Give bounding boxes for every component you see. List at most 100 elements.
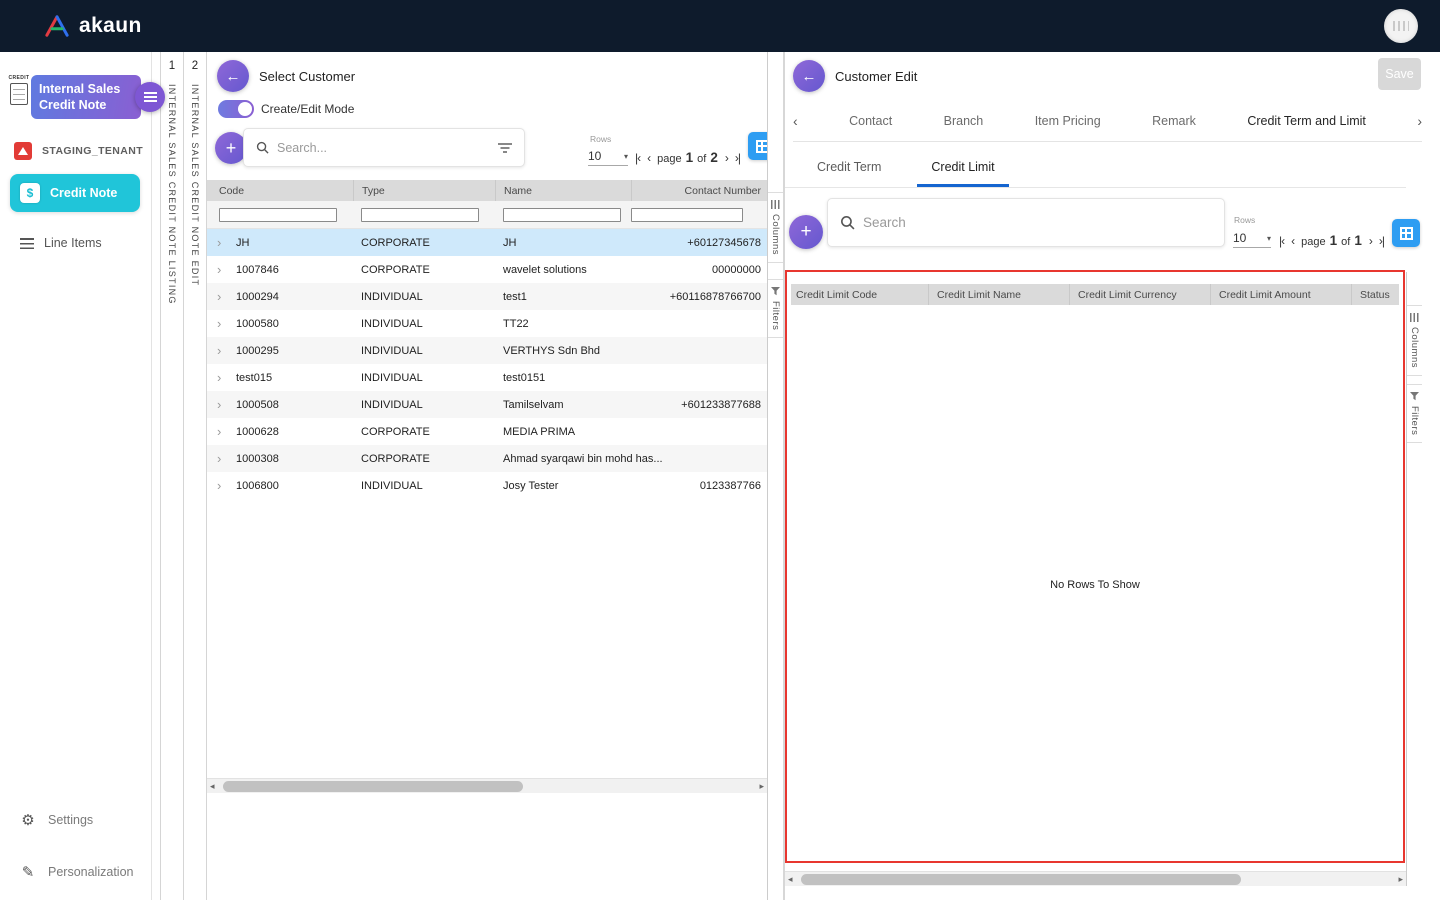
scroll-right-icon[interactable]: ▸ [759,781,764,792]
last-page-button[interactable]: ›| [1379,234,1385,248]
columns-rail-button[interactable]: Columns [768,192,783,263]
row-expand-icon[interactable]: › [217,397,227,412]
prev-page-button[interactable]: ‹ [1291,234,1295,248]
rail-label: Filters [1409,406,1420,436]
rows-per-page-select[interactable]: 10 ▾ [1233,231,1271,248]
subtab-credit-limit[interactable]: Credit Limit [917,160,1009,187]
table-row[interactable]: › 1000628 CORPORATE MEDIA PRIMA [207,418,767,445]
add-credit-limit-button[interactable]: + [789,215,823,249]
prev-page-button[interactable]: ‹ [647,151,651,165]
plus-icon: + [800,221,812,242]
next-page-button[interactable]: › [725,151,729,165]
column-header-credit-limit-code[interactable]: Credit Limit Code [791,284,928,305]
row-expand-icon[interactable]: › [217,262,227,277]
customer-search-input[interactable] [277,140,490,155]
rows-per-page-select[interactable]: 10 ▾ [588,149,628,166]
create-edit-mode-toggle[interactable] [218,100,254,118]
row-expand-icon[interactable]: › [217,316,227,331]
tab-remark[interactable]: Remark [1152,114,1196,128]
table-row[interactable]: › JH CORPORATE JH +60127345678 [207,229,767,256]
tab-credit-term-and-limit[interactable]: Credit Term and Limit [1247,114,1366,128]
cell-type: INDIVIDUAL [361,290,423,303]
column-header-name[interactable]: Name [495,180,631,201]
tenant-row[interactable]: STAGING_TENANT [0,138,152,164]
filter-input-code[interactable] [219,207,337,222]
save-button[interactable]: Save [1378,58,1421,90]
row-expand-icon[interactable]: › [217,424,227,439]
line-items-icon [20,237,34,249]
collapse-sidebar-button[interactable] [135,82,165,112]
tabs-scroll-left-icon[interactable]: ‹ [793,113,798,129]
module-pill[interactable]: Internal Sales Credit Note [31,75,141,119]
row-expand-icon[interactable]: › [217,343,227,358]
tab-contact[interactable]: Contact [849,114,892,128]
table-row[interactable]: › test015 INDIVIDUAL test0151 [207,364,767,391]
first-page-button[interactable]: |‹ [635,151,641,165]
sidebar-item-credit-note[interactable]: $ Credit Note [10,174,140,212]
row-expand-icon[interactable]: › [217,370,227,385]
sidebar-item-line-items[interactable]: Line Items [10,224,140,262]
table-row[interactable]: › 1007846 CORPORATE wavelet solutions 000… [207,256,767,283]
column-header-contact[interactable]: Contact Number [631,180,767,201]
filter-input-type[interactable] [361,207,479,222]
column-header-credit-limit-currency[interactable]: Credit Limit Currency [1069,284,1210,305]
column-header-status[interactable]: Status [1351,284,1399,305]
filter-input-contact[interactable] [631,207,743,222]
back-button[interactable]: ← [793,60,825,92]
sidebar-item-personalization[interactable]: ✎ Personalization [0,858,152,886]
cell-contact: 00000000 [712,263,761,276]
back-arrow-icon: ← [225,67,241,85]
table-row[interactable]: › 1000580 INDIVIDUAL TT22 [207,310,767,337]
menu-icon [143,92,157,102]
table-row[interactable]: › 1000294 INDIVIDUAL test1 +6011687876670… [207,283,767,310]
table-row[interactable]: › 1000295 INDIVIDUAL VERTHYS Sdn Bhd [207,337,767,364]
cell-type: INDIVIDUAL [361,479,423,492]
first-page-button[interactable]: |‹ [1279,234,1285,248]
credit-limit-search-input[interactable] [863,215,1212,230]
column-header-credit-limit-amount[interactable]: Credit Limit Amount [1210,284,1351,305]
vertical-tab-listing[interactable]: 1 INTERNAL SALES CREDIT NOTE LISTING [160,52,183,900]
cell-type: CORPORATE [361,236,430,249]
filter-input-name[interactable] [503,207,621,222]
vertical-tab-edit[interactable]: 2 INTERNAL SALES CREDIT NOTE EDIT [183,52,207,900]
scrollbar-thumb[interactable] [223,781,523,792]
tabs-scroll-right-icon[interactable]: › [1417,113,1422,129]
row-expand-icon[interactable]: › [217,235,227,250]
columns-icon [771,200,780,209]
sidebar-item-settings[interactable]: ⚙ Settings [0,806,152,834]
rail-label: Filters [770,301,781,331]
next-page-button[interactable]: › [1369,234,1373,248]
row-expand-icon[interactable]: › [217,451,227,466]
scroll-left-icon[interactable]: ◂ [210,781,215,792]
scroll-right-icon[interactable]: ▸ [1398,874,1403,885]
horizontal-scrollbar[interactable]: ◂ ▸ [785,871,1406,886]
tab-item-pricing[interactable]: Item Pricing [1035,114,1101,128]
cell-name: JH [503,236,517,249]
horizontal-scrollbar[interactable]: ◂ ▸ [207,778,767,793]
scroll-left-icon[interactable]: ◂ [788,874,793,885]
filters-rail-button[interactable]: Filters [768,279,783,339]
back-button[interactable]: ← [217,60,249,92]
grid-view-button[interactable] [1392,219,1420,247]
row-expand-icon[interactable]: › [217,478,227,493]
avatar-placeholder-icon [1393,21,1409,31]
sidebar-module[interactable]: CREDIT Internal Sales Credit Note [0,73,165,121]
table-row[interactable]: › 1000508 INDIVIDUAL Tamilselvam +6012338… [207,391,767,418]
filters-rail-button[interactable]: Filters [1407,384,1422,444]
row-expand-icon[interactable]: › [217,289,227,304]
last-page-button[interactable]: ›| [735,151,741,165]
column-header-credit-limit-name[interactable]: Credit Limit Name [928,284,1069,305]
cell-contact [631,364,767,391]
credit-limit-search-box [827,198,1225,247]
scrollbar-thumb[interactable] [801,874,1241,885]
subtab-credit-term[interactable]: Credit Term [803,160,895,187]
tab-branch[interactable]: Branch [944,114,984,128]
column-header-type[interactable]: Type [353,180,495,201]
table-row[interactable]: › 1006800 INDIVIDUAL Josy Tester 01233877… [207,472,767,499]
table-row[interactable]: › 1000308 CORPORATE Ahmad syarqawi bin mo… [207,445,767,472]
customer-edit-panel: ← Customer Edit Save ‹ Contact Branch It… [785,52,1440,900]
column-header-code[interactable]: Code [207,180,353,201]
user-avatar[interactable] [1384,9,1418,43]
columns-rail-button[interactable]: Columns [1407,305,1422,376]
search-filter-icon[interactable] [498,142,512,154]
